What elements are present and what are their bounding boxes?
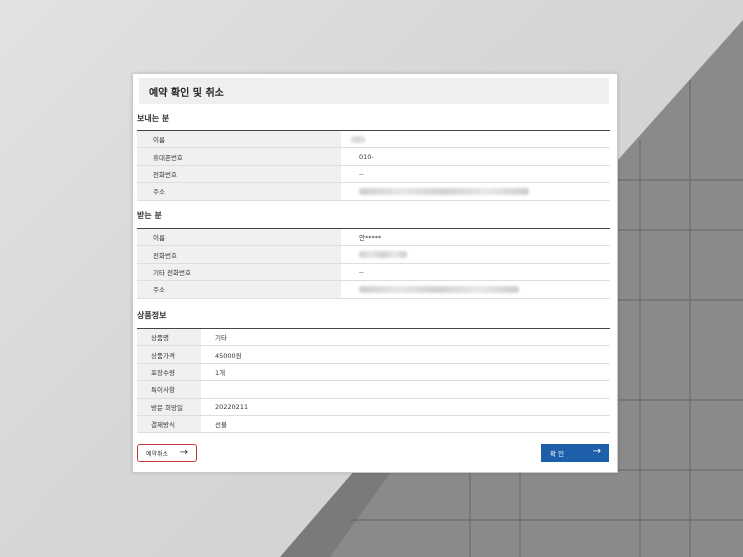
product-visit-date-value: 20220211 [215,402,249,411]
sender-section-title: 보내는 분 [137,114,170,123]
sender-table: 이름 휴대폰번호 010- 전화번호 -- 주소 [137,130,610,201]
dialog-header: 예약 확인 및 취소 [139,78,609,104]
table-row: 방문 희망일 20220211 [137,398,610,416]
product-payment-value: 선불 [215,421,227,430]
receiver-name-value: 안***** [359,234,382,243]
receiver-table: 이름 안***** 전화번호 기타 전화번호 -- 주소 [137,228,610,299]
receiver-phone-label: 전화번호 [137,246,341,263]
table-row: 상품가격 45000원 [137,346,610,364]
product-visit-date-label: 방문 희망일 [137,398,201,415]
sender-address-value [359,183,529,199]
receiver-other-phone-value: -- [359,267,364,276]
product-name-value: 기타 [215,334,227,343]
product-quantity-value: 1개 [215,368,226,377]
table-row: 전화번호 -- [137,165,610,184]
confirm-button-label: 확 인 [550,450,565,458]
dialog-title: 예약 확인 및 취소 [149,88,224,99]
product-price-value: 45000원 [215,351,242,360]
product-quantity-label: 포장수량 [137,363,201,381]
sender-address-label: 주소 [137,183,341,200]
reservation-dialog: 예약 확인 및 취소 보내는 분 이름 휴대폰번호 010- 전화번호 -- 주… [132,73,618,473]
sender-name-label: 이름 [137,131,341,148]
product-table: 상품명 기타 상품가격 45000원 포장수량 1개 특이사항 방문 희망일 2… [137,328,610,434]
product-name-label: 상품명 [137,329,201,346]
product-notes-label: 특이사항 [137,381,201,398]
arrow-right-icon: → [592,446,601,457]
receiver-phone-value [359,246,407,262]
product-section-title: 상품정보 [137,311,167,320]
receiver-address-label: 주소 [137,281,341,298]
product-payment-label: 결제방식 [137,415,201,433]
table-row: 결제방식 선불 [137,415,610,434]
sender-phone-value: -- [359,169,364,178]
table-row: 포장수량 1개 [137,363,610,382]
table-row: 이름 안***** [137,229,610,247]
table-row: 전화번호 [137,246,610,264]
receiver-other-phone-label: 기타 전화번호 [137,263,341,281]
confirm-button[interactable]: 확 인 → [541,444,609,462]
sender-mobile-value: 010- [359,152,374,161]
table-row: 이름 [137,131,610,149]
sender-name-value [351,131,365,147]
table-row: 주소 [137,281,610,299]
product-price-label: 상품가격 [137,346,201,363]
table-row: 기타 전화번호 -- [137,263,610,282]
table-row: 상품명 기타 [137,329,610,347]
receiver-address-value [359,281,519,297]
cancel-reservation-button[interactable]: 예약취소 → [137,444,197,462]
arrow-right-icon: → [179,447,188,458]
cancel-button-label: 예약취소 [146,450,169,458]
table-row: 휴대폰번호 010- [137,148,610,166]
table-row: 주소 [137,183,610,201]
sender-phone-label: 전화번호 [137,165,341,183]
sender-mobile-label: 휴대폰번호 [137,148,341,165]
receiver-section-title: 받는 분 [137,211,162,220]
table-row: 특이사항 [137,381,610,399]
receiver-name-label: 이름 [137,229,341,246]
